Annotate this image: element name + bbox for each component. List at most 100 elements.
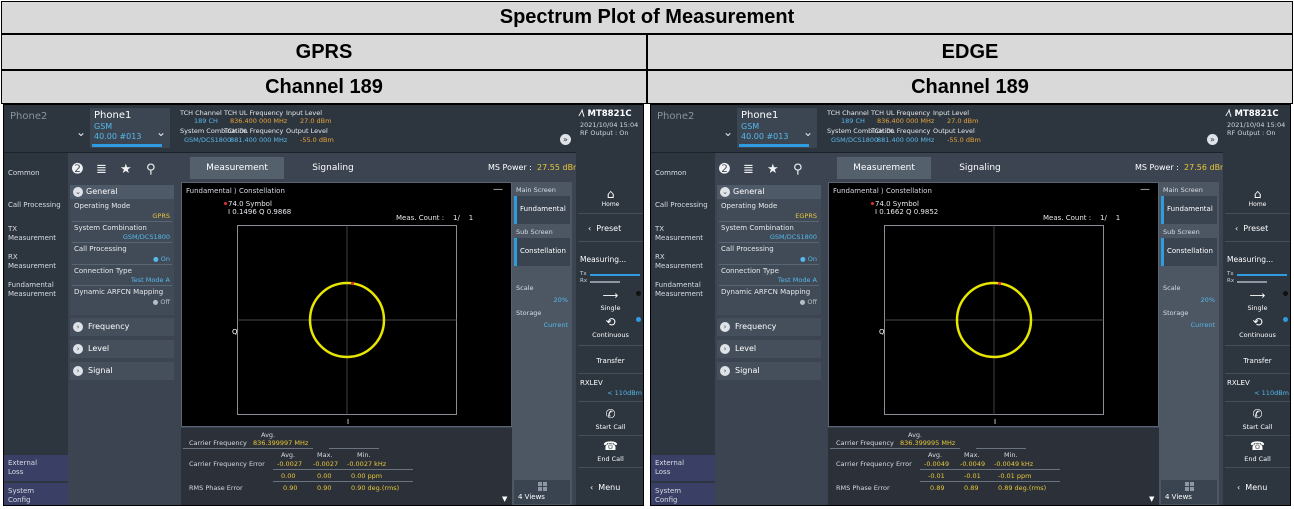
transfer-button[interactable]: Transfer [576, 357, 643, 365]
transfer-button[interactable]: Transfer [1223, 357, 1290, 365]
section-signal[interactable]: › Signal [717, 362, 821, 380]
nav-fundamental-measurement[interactable]: Fundamental Measurement [8, 281, 64, 299]
home-button[interactable]: Home [576, 201, 643, 208]
section-level[interactable]: › Level [70, 340, 174, 358]
chevron-right-circle-icon[interactable]: ➋ [72, 162, 83, 177]
storage-value[interactable]: Current [1191, 321, 1215, 329]
storage-label[interactable]: Storage [516, 309, 541, 317]
arrow-right-icon[interactable]: ⟶ [1223, 289, 1290, 302]
connection-type-value[interactable]: Test Mode A [778, 276, 817, 284]
single-button[interactable]: Single [576, 304, 643, 312]
tab-signaling[interactable]: Signaling [286, 157, 380, 179]
chevron-right-circle-icon[interactable]: ➋ [719, 162, 730, 177]
preset-button[interactable]: ‹ Preset [1235, 224, 1268, 233]
end-call-button[interactable]: End Call [1223, 455, 1290, 463]
main-screen-fundamental[interactable]: Fundamental [514, 196, 570, 224]
scale-label[interactable]: Scale [1163, 284, 1181, 292]
tab-measurement[interactable]: Measurement [837, 157, 931, 179]
repeat-icon[interactable]: ⟲ [576, 315, 643, 329]
playlist-icon[interactable]: ≣ [96, 162, 107, 177]
dynamic-arfcn-value[interactable]: ● Off [153, 298, 170, 306]
phone2-tab[interactable]: Phone2 [657, 111, 694, 122]
collapse-icon[interactable]: — [1140, 184, 1150, 195]
rxlev-value[interactable]: < 110dBm [607, 389, 642, 397]
general-header[interactable]: ⌄ General [70, 185, 174, 199]
nav-fundamental-measurement[interactable]: Fundamental Measurement [655, 281, 711, 299]
home-icon[interactable]: ⌂ [576, 187, 643, 201]
menu-button[interactable]: ‹ Menu [1237, 483, 1267, 492]
nav-common[interactable]: Common [655, 169, 687, 178]
storage-label[interactable]: Storage [1163, 309, 1188, 317]
views-button[interactable]: 4 Views [1161, 480, 1217, 504]
preset-button[interactable]: ‹ Preset [588, 224, 621, 233]
home-icon[interactable]: ⌂ [1223, 187, 1290, 201]
section-frequency[interactable]: › Frequency [70, 318, 174, 336]
rxlev-value[interactable]: < 110dBm [1254, 389, 1289, 397]
tab-signaling[interactable]: Signaling [933, 157, 1027, 179]
operating-mode-value[interactable]: EGPRS [795, 212, 817, 220]
phone2-tab[interactable]: Phone2 [10, 111, 47, 122]
home-button[interactable]: Home [1223, 201, 1290, 208]
search-icon[interactable]: ⚲ [146, 162, 156, 177]
connection-type-value[interactable]: Test Mode A [131, 276, 170, 284]
call-processing-value[interactable]: ● On [800, 255, 817, 263]
phone-icon[interactable]: ✆ [576, 407, 643, 421]
chevron-down-icon[interactable]: ⌄ [76, 125, 86, 139]
nav-tx-measurement[interactable]: TX Measurement [655, 225, 707, 243]
section-level[interactable]: › Level [717, 340, 821, 358]
search-icon[interactable]: ⚲ [793, 162, 803, 177]
collapse-icon[interactable]: — [493, 184, 503, 195]
hangup-icon[interactable]: ☎ [576, 439, 643, 453]
star-icon[interactable]: ★ [767, 162, 779, 177]
chevron-down-icon[interactable]: ⌄ [156, 125, 166, 139]
storage-value[interactable]: Current [544, 321, 568, 329]
expand-icon[interactable]: » [560, 134, 571, 145]
section-frequency[interactable]: › Frequency [717, 318, 821, 336]
continuous-button[interactable]: Continuous [576, 331, 643, 339]
repeat-icon[interactable]: ⟲ [1223, 315, 1290, 329]
playlist-icon[interactable]: ≣ [743, 162, 754, 177]
nav-system-config[interactable]: System Config [655, 487, 695, 505]
cfe-max: -0.0049 [960, 460, 986, 468]
single-button[interactable]: Single [1223, 304, 1290, 312]
nav-tx-measurement[interactable]: TX Measurement [8, 225, 60, 243]
phone-icon[interactable]: ✆ [1223, 407, 1290, 421]
nav-common[interactable]: Common [8, 169, 40, 178]
scale-label[interactable]: Scale [516, 284, 534, 292]
general-header[interactable]: ⌄ General [717, 185, 821, 199]
end-call-button[interactable]: End Call [576, 455, 643, 463]
nav-system-config[interactable]: System Config [8, 487, 48, 505]
chevron-down-icon[interactable]: ⌄ [723, 125, 733, 139]
section-signal[interactable]: › Signal [70, 362, 174, 380]
scale-value[interactable]: 20% [554, 296, 568, 304]
scale-value[interactable]: 20% [1201, 296, 1215, 304]
nav-call-processing[interactable]: Call Processing [655, 201, 708, 210]
continuous-button[interactable]: Continuous [1223, 331, 1290, 339]
nav-external-loss[interactable]: External Loss [8, 459, 48, 477]
expand-icon[interactable]: » [1207, 134, 1218, 145]
tab-measurement[interactable]: Measurement [190, 157, 284, 179]
operating-mode-value[interactable]: GPRS [152, 212, 170, 220]
scroll-down-icon[interactable]: ▼ [1149, 495, 1154, 503]
system-combination-value[interactable]: GSM/DCS1800 [770, 233, 817, 241]
nav-rx-measurement[interactable]: RX Measurement [655, 253, 707, 271]
toolbar-icons: ➋ ≣ ★ ⚲ [68, 153, 174, 183]
sub-screen-constellation[interactable]: Constellation [1161, 238, 1217, 266]
main-screen-fundamental[interactable]: Fundamental [1161, 196, 1217, 224]
dynamic-arfcn-value[interactable]: ● Off [800, 298, 817, 306]
sub-screen-constellation[interactable]: Constellation [514, 238, 570, 266]
start-call-button[interactable]: Start Call [576, 423, 643, 431]
arrow-right-icon[interactable]: ⟶ [576, 289, 643, 302]
nav-call-processing[interactable]: Call Processing [8, 201, 61, 210]
star-icon[interactable]: ★ [120, 162, 132, 177]
menu-button[interactable]: ‹ Menu [590, 483, 620, 492]
hangup-icon[interactable]: ☎ [1223, 439, 1290, 453]
system-combination-value[interactable]: GSM/DCS1800 [123, 233, 170, 241]
start-call-button[interactable]: Start Call [1223, 423, 1290, 431]
call-processing-value[interactable]: ● On [153, 255, 170, 263]
scroll-down-icon[interactable]: ▼ [502, 495, 507, 503]
nav-external-loss[interactable]: External Loss [655, 459, 695, 477]
views-button[interactable]: 4 Views [514, 480, 570, 504]
nav-rx-measurement[interactable]: RX Measurement [8, 253, 60, 271]
chevron-down-icon[interactable]: ⌄ [803, 125, 813, 139]
